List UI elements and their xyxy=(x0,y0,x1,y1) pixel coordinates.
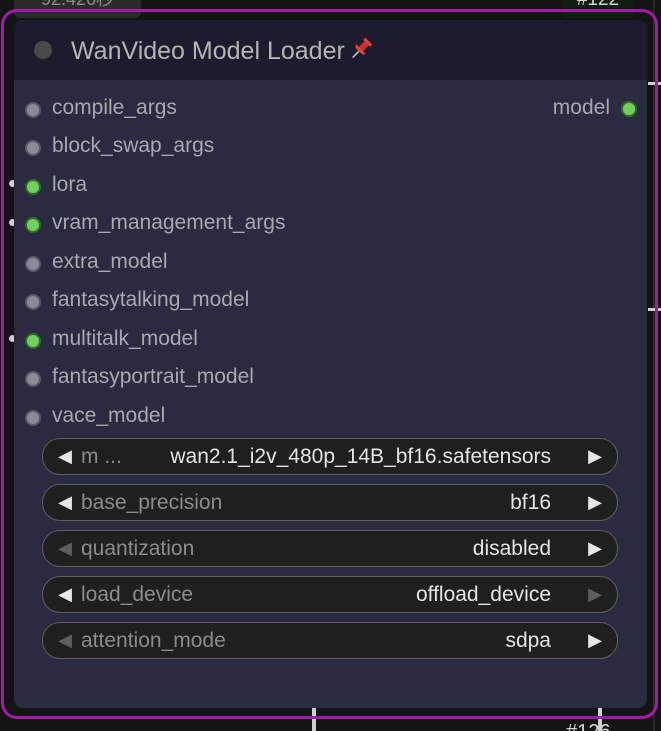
widget-value: sdpa xyxy=(505,629,551,652)
input-slot-block-swap-args[interactable]: block_swap_args xyxy=(14,133,647,163)
pushpin-icon[interactable] xyxy=(347,35,375,70)
load-device-combo-widget[interactable]: ◀ load_device offload_device ▶ xyxy=(42,576,618,613)
output-slot-model-dot[interactable] xyxy=(621,101,637,117)
decrement-arrow-icon[interactable]: ◀ xyxy=(51,485,79,520)
input-slot-fantasyportrait-model[interactable]: fantasyportrait_model xyxy=(14,364,647,394)
input-slot-label: fantasytalking_model xyxy=(52,288,250,311)
base-precision-combo-widget[interactable]: ◀ base_precision bf16 ▶ xyxy=(42,484,618,521)
input-slot-dot[interactable] xyxy=(25,140,41,156)
increment-arrow-icon[interactable]: ▶ xyxy=(581,623,609,658)
widget-label: quantization xyxy=(81,537,195,560)
input-slot-multitalk-model[interactable]: multitalk_model xyxy=(14,326,647,356)
input-slot-dot[interactable] xyxy=(25,333,41,349)
input-slot-label: vram_management_args xyxy=(52,211,286,234)
increment-arrow-icon[interactable]: ▶ xyxy=(581,439,609,474)
input-slot-label: multitalk_model xyxy=(52,327,198,350)
input-slot-dot[interactable] xyxy=(25,371,41,387)
widget-label: base_precision xyxy=(81,491,223,514)
input-slot-vram-management-args[interactable]: vram_management_args xyxy=(14,210,647,240)
widget-label: attention_mode xyxy=(81,629,226,652)
input-slot-label: lora xyxy=(52,173,88,196)
input-slot-dot[interactable] xyxy=(25,410,41,426)
widget-value: offload_device xyxy=(415,583,551,606)
widget-value: disabled xyxy=(472,537,551,560)
node-header[interactable]: WanVideo Model Loader xyxy=(14,20,647,80)
input-slot-label: extra_model xyxy=(52,250,168,273)
input-slot-label: vace_model xyxy=(52,404,166,427)
input-slot-dot[interactable] xyxy=(25,256,41,272)
collapse-toggle[interactable] xyxy=(34,41,52,59)
node-title: WanVideo Model Loader xyxy=(71,35,375,70)
decrement-arrow-icon[interactable]: ◀ xyxy=(51,439,79,474)
widget-label: load_device xyxy=(81,583,194,606)
model-combo-widget[interactable]: ◀ m ... wan2.1_i2v_480p_14B_bf16.safeten… xyxy=(42,438,618,475)
input-slot-label: block_swap_args xyxy=(52,134,215,157)
widget-value: wan2.1_i2v_480p_14B_bf16.safetensors xyxy=(170,445,551,468)
output-slot-label: model xyxy=(552,96,610,119)
increment-arrow-icon[interactable]: ▶ xyxy=(581,485,609,520)
attention-mode-combo-widget[interactable]: ◀ attention_mode sdpa ▶ xyxy=(42,622,618,659)
input-slot-dot[interactable] xyxy=(25,179,41,195)
neighbor-node-id: #126 xyxy=(566,722,611,731)
node-title-text: WanVideo Model Loader xyxy=(71,37,345,66)
input-slot-extra-model[interactable]: extra_model xyxy=(14,249,647,279)
widget-label: m ... xyxy=(81,445,122,468)
input-slot-label: compile_args xyxy=(52,96,177,119)
increment-arrow-icon[interactable]: ▶ xyxy=(581,577,609,612)
input-slot-label: fantasyportrait_model xyxy=(52,365,254,388)
input-slot-vace-model[interactable]: vace_model xyxy=(14,403,647,433)
increment-arrow-icon[interactable]: ▶ xyxy=(581,531,609,566)
input-slot-fantasytalking-model[interactable]: fantasytalking_model xyxy=(14,287,647,317)
input-slot-lora[interactable]: lora xyxy=(14,172,647,202)
quantization-combo-widget[interactable]: ◀ quantization disabled ▶ xyxy=(42,530,618,567)
input-slot-dot[interactable] xyxy=(25,294,41,310)
decrement-arrow-icon[interactable]: ◀ xyxy=(51,623,79,658)
widget-value: bf16 xyxy=(510,491,551,514)
input-slot-dot[interactable] xyxy=(25,217,41,233)
input-slot-compile-args[interactable]: compile_args model xyxy=(14,95,647,125)
input-slot-dot[interactable] xyxy=(25,102,41,118)
wanvideo-model-loader-node[interactable]: WanVideo Model Loader compile_args model… xyxy=(14,20,647,708)
decrement-arrow-icon[interactable]: ◀ xyxy=(51,577,79,612)
decrement-arrow-icon[interactable]: ◀ xyxy=(51,531,79,566)
